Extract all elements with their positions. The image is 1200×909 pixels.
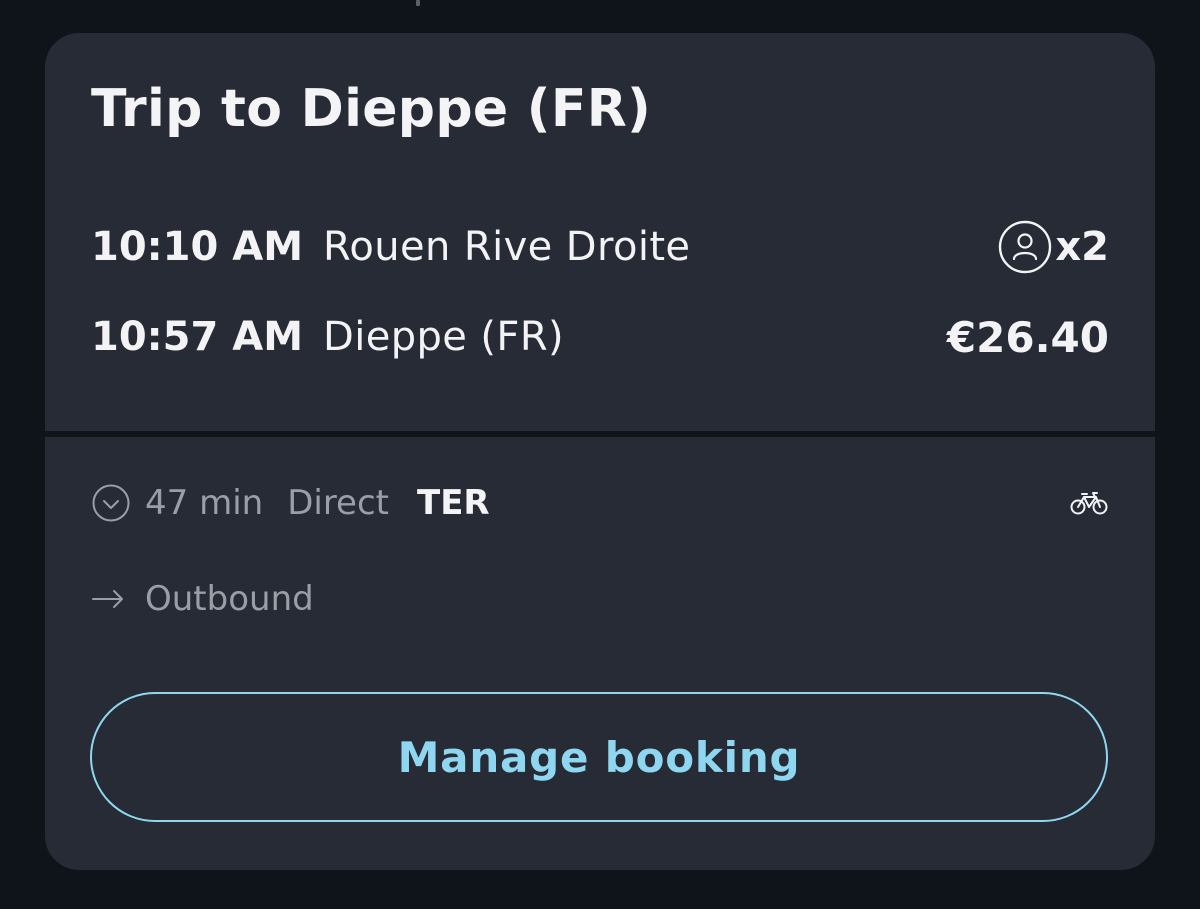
trip-title: Trip to Dieppe (FR)	[91, 79, 652, 139]
section-divider	[45, 431, 1155, 437]
arrow-right-icon	[92, 590, 123, 608]
connection-type: Direct	[287, 483, 389, 523]
arrival-time: 10:57 AM	[91, 314, 304, 360]
trip-price: €26.40	[946, 312, 1109, 362]
clock-icon	[92, 484, 130, 522]
passenger-count: x2	[997, 219, 1109, 275]
scroll-indicator	[416, 0, 420, 6]
arrival-station: Dieppe (FR)	[323, 314, 565, 360]
train-type: TER	[417, 483, 490, 523]
departure-station: Rouen Rive Droite	[323, 224, 691, 270]
arrival-row: 10:57 AM Dieppe (FR) €26.40	[91, 307, 1109, 367]
trip-duration: 47 min	[145, 483, 264, 523]
departure-row: 10:10 AM Rouen Rive Droite x2	[91, 217, 1109, 277]
direction-label: Outbound	[91, 569, 314, 629]
passenger-count-text: x2	[1055, 224, 1109, 270]
person-circle-icon	[999, 220, 1052, 274]
direction-text: Outbound	[145, 579, 314, 619]
bicycle-icon	[1070, 492, 1108, 515]
trip-card[interactable]: Trip to Dieppe (FR) 10:10 AM Rouen Rive …	[45, 33, 1155, 870]
trip-details: 47 min Direct TER	[91, 473, 1109, 533]
departure-time: 10:10 AM	[91, 224, 304, 270]
manage-booking-button[interactable]: Manage booking	[90, 692, 1108, 822]
